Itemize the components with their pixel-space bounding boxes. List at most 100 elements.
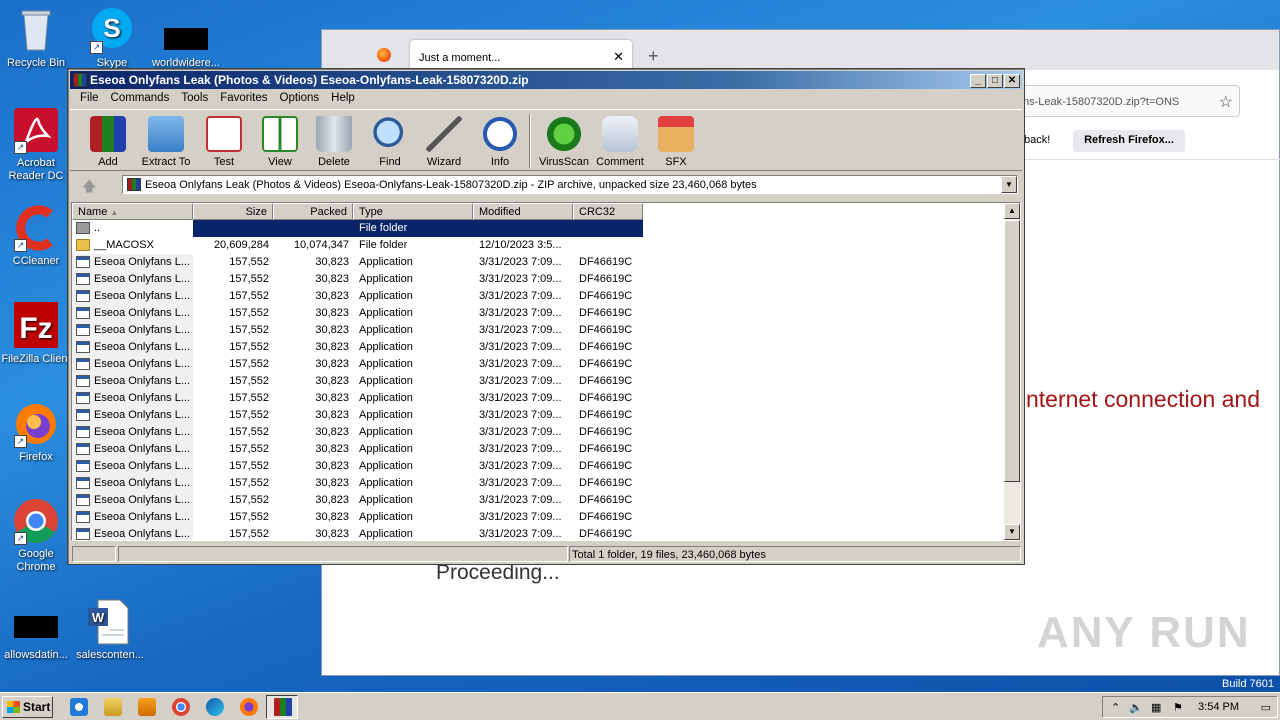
table-row[interactable]: Eseoa Onlyfans L... 157,552 30,823 Applicat… (72, 373, 1008, 390)
table-row[interactable]: Eseoa Onlyfans L... 157,552 30,823 Applicat… (72, 458, 1008, 475)
table-row[interactable]: Eseoa Onlyfans L... 157,552 30,823 Applicat… (72, 475, 1008, 492)
up-folder-icon[interactable]: 🡅 (82, 176, 96, 200)
desktop-icon-skype[interactable]: S ↗ Skype (76, 6, 148, 70)
maximize-button[interactable]: □ (987, 74, 1003, 88)
url-bar[interactable]: ns-Leak-15807320D.zip?t=ONS ☆ (1022, 85, 1240, 117)
close-icon[interactable]: ✕ (613, 49, 624, 65)
firefox-tab[interactable]: Just a moment... ✕ (410, 40, 632, 70)
media-player-icon[interactable] (138, 698, 156, 716)
cell-crc32: DF46619C (579, 409, 633, 421)
menu-help[interactable]: Help (325, 90, 361, 108)
table-row[interactable]: .. File folder (72, 220, 1008, 237)
word-document-icon: W (86, 598, 134, 646)
file-list[interactable]: Name ▲ Size Packed Type Modified CRC32 .… (71, 202, 1021, 541)
find-button[interactable]: Find (360, 116, 420, 168)
firefox-icon[interactable] (240, 698, 258, 716)
sfx-button[interactable]: SFX (646, 116, 706, 168)
tab-title: Just a moment... (419, 52, 501, 64)
minimize-button[interactable]: _ (970, 74, 986, 88)
menu-commands[interactable]: Commands (105, 90, 176, 108)
table-row[interactable]: Eseoa Onlyfans L... 157,552 30,823 Applicat… (72, 254, 1008, 271)
test-button[interactable]: Test (194, 116, 254, 168)
scroll-up-icon[interactable]: ▲ (1004, 203, 1020, 219)
cell-crc32: DF46619C (579, 392, 633, 404)
table-row[interactable]: Eseoa Onlyfans L... 157,552 30,823 Applicat… (72, 322, 1008, 339)
file-explorer-icon[interactable] (104, 698, 122, 716)
archive-path-field[interactable]: Eseoa Onlyfans Leak (Photos & Videos) Es… (122, 175, 1018, 194)
shortcut-arrow-icon: ↗ (14, 435, 27, 448)
desktop-icon-acrobat[interactable]: ↗ Acrobat Reader DC (0, 106, 72, 183)
scroll-down-icon[interactable]: ▼ (1004, 524, 1020, 540)
table-row[interactable]: __MACOSX 20,609,284 10,074,347 File folder 1… (72, 237, 1008, 254)
clock[interactable]: 3:54 PM (1198, 701, 1239, 713)
table-row[interactable]: Eseoa Onlyfans L... 157,552 30,823 Applicat… (72, 271, 1008, 288)
desktop-icon-salesconten[interactable]: W salesconten... (74, 598, 146, 662)
cell-name: Eseoa Onlyfans L... (72, 373, 193, 390)
table-row[interactable]: Eseoa Onlyfans L... 157,552 30,823 Applicat… (72, 305, 1008, 322)
bookmark-star-icon[interactable]: ☆ (1219, 92, 1233, 112)
desktop-icon-filezilla[interactable]: Fz FileZilla Client (0, 302, 72, 366)
internet-explorer-icon[interactable] (70, 698, 88, 716)
delete-button[interactable]: Delete (304, 116, 364, 168)
edge-icon[interactable] (206, 698, 224, 716)
desktop-icon-ccleaner[interactable]: ↗ CCleaner (0, 204, 72, 268)
acrobat-icon: ↗ (12, 106, 60, 154)
table-row[interactable]: Eseoa Onlyfans L... 157,552 30,823 Applicat… (72, 441, 1008, 458)
cell-crc32: DF46619C (579, 460, 633, 472)
column-type[interactable]: Type (353, 203, 473, 220)
network-icon[interactable]: ▦ (1151, 701, 1161, 714)
magnifier-icon (372, 116, 408, 152)
table-row[interactable]: Eseoa Onlyfans L... 157,552 30,823 Applicat… (72, 526, 1008, 540)
menu-favorites[interactable]: Favorites (214, 90, 273, 108)
wizard-button[interactable]: Wizard (414, 116, 474, 168)
table-row[interactable]: Eseoa Onlyfans L... 157,552 30,823 Applicat… (72, 339, 1008, 356)
column-crc32[interactable]: CRC32 (573, 203, 643, 220)
cell-modified: 3/31/2023 7:09... (479, 477, 562, 489)
scroll-thumb[interactable] (1004, 220, 1020, 482)
volume-icon[interactable]: 🔈 (1129, 701, 1143, 714)
chrome-icon[interactable] (172, 698, 190, 716)
column-modified[interactable]: Modified (473, 203, 573, 220)
cell-type: Application (359, 341, 413, 353)
title-bar[interactable]: Eseoa Onlyfans Leak (Photos & Videos) Es… (70, 71, 1022, 89)
table-row[interactable]: Eseoa Onlyfans L... 157,552 30,823 Applicat… (72, 424, 1008, 441)
desktop-icon-chrome[interactable]: ↗ Google Chrome (0, 497, 72, 574)
show-desktop-icon[interactable]: ▭ (1261, 701, 1271, 714)
table-row[interactable]: Eseoa Onlyfans L... 157,552 30,823 Applicat… (72, 288, 1008, 305)
desktop-icon-firefox[interactable]: ↗ Firefox (0, 400, 72, 464)
menu-options[interactable]: Options (274, 90, 326, 108)
column-packed[interactable]: Packed (273, 203, 353, 220)
view-button[interactable]: View (250, 116, 310, 168)
table-row[interactable]: Eseoa Onlyfans L... 157,552 30,823 Applicat… (72, 390, 1008, 407)
new-tab-button[interactable]: + (648, 46, 659, 67)
dropdown-arrow-icon[interactable]: ▼ (1001, 176, 1017, 193)
extract-to-button[interactable]: Extract To (136, 116, 196, 168)
virusscan-button[interactable]: VirusScan (534, 116, 594, 168)
comment-button[interactable]: Comment (590, 116, 650, 168)
desktop-icon-worldwidere[interactable]: worldwidere... (150, 6, 222, 70)
table-row[interactable]: Eseoa Onlyfans L... 157,552 30,823 Applicat… (72, 356, 1008, 373)
tool-label: Find (379, 156, 401, 168)
refresh-firefox-button[interactable]: Refresh Firefox... (1073, 130, 1185, 152)
cell-packed: 30,823 (315, 290, 349, 302)
start-button[interactable]: Start (2, 696, 53, 718)
table-row[interactable]: Eseoa Onlyfans L... 157,552 30,823 Applicat… (72, 492, 1008, 509)
winrar-taskbar-button[interactable] (266, 695, 298, 719)
table-row[interactable]: Eseoa Onlyfans L... 157,552 30,823 Applicat… (72, 407, 1008, 424)
cell-type: Application (359, 426, 413, 438)
desktop-icon-allowsdatin[interactable]: allowsdatin... (0, 598, 72, 662)
close-button[interactable]: ✕ (1004, 74, 1020, 88)
show-hidden-icons-icon[interactable]: ⌃ (1111, 701, 1120, 714)
menu-file[interactable]: File (74, 90, 105, 108)
column-name[interactable]: Name ▲ (72, 203, 193, 220)
winrar-window[interactable]: Eseoa Onlyfans Leak (Photos & Videos) Es… (67, 68, 1025, 565)
menu-tools[interactable]: Tools (175, 90, 214, 108)
desktop-icon-label: CCleaner (12, 255, 60, 267)
info-button[interactable]: Info (470, 116, 530, 168)
desktop-icon-recycle-bin[interactable]: Recycle Bin (0, 6, 72, 70)
table-row[interactable]: Eseoa Onlyfans L... 157,552 30,823 Applicat… (72, 509, 1008, 526)
add-button[interactable]: Add (78, 116, 138, 168)
vertical-scrollbar[interactable]: ▲ ▼ (1004, 203, 1020, 540)
action-center-flag-icon[interactable]: ⚑ (1173, 701, 1183, 714)
column-size[interactable]: Size (193, 203, 273, 220)
